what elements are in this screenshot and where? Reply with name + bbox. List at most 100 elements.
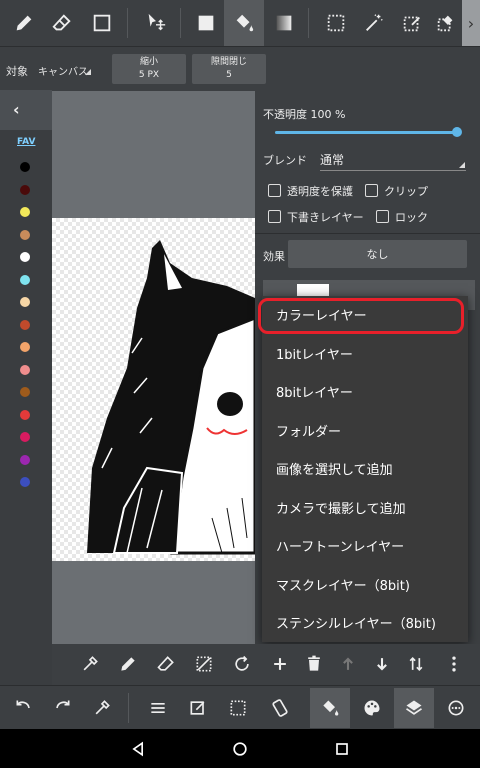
deselect-icon: [196, 656, 212, 672]
color-swatch[interactable]: [20, 274, 30, 285]
edit-square-icon: [190, 701, 205, 715]
edit-button[interactable]: [180, 690, 216, 726]
color-swatch[interactable]: [20, 207, 30, 217]
move-icon: [148, 13, 166, 31]
target-select[interactable]: キャンバス: [38, 63, 88, 78]
color-swatch[interactable]: [20, 454, 30, 465]
gap-close-button[interactable]: 隙間閉じ 5: [192, 54, 266, 84]
back-arrow-icon[interactable]: ‹: [13, 100, 20, 119]
clip-label: クリップ: [384, 185, 428, 198]
pen-icon: [121, 657, 135, 671]
menu-item[interactable]: 画像を選択して追加: [262, 452, 468, 490]
color-swatch[interactable]: [20, 319, 30, 330]
lock-checkbox[interactable]: [376, 210, 389, 223]
shrink-button[interactable]: 縮小 5 PX: [112, 54, 186, 84]
swap-layer-button[interactable]: [398, 646, 434, 682]
menu-item[interactable]: 8bitレイヤー: [262, 375, 468, 413]
color-swatch[interactable]: [20, 364, 30, 375]
hamburger-icon: [151, 703, 165, 713]
move-tool-button[interactable]: [136, 0, 176, 46]
opacity-slider-handle[interactable]: [452, 127, 462, 137]
shrink-value: 5 PX: [138, 70, 160, 80]
color-swatch[interactable]: [20, 162, 30, 172]
gap-close-value: 5: [226, 70, 232, 80]
divider: [308, 8, 309, 38]
palette-header: [0, 90, 52, 130]
undo-icon: [16, 700, 30, 709]
delete-layer-button[interactable]: [296, 646, 332, 682]
menu-item[interactable]: ステンシルレイヤー（8bit): [262, 606, 468, 644]
pen-tool-button[interactable]: [4, 0, 44, 46]
arrow-up-icon: [343, 657, 353, 670]
menu-item[interactable]: マスクレイヤー（8bit): [262, 568, 468, 606]
menu-item[interactable]: ハーフトーンレイヤー: [262, 529, 468, 567]
eyedropper-icon: [95, 700, 110, 715]
color-swatch[interactable]: [20, 477, 30, 487]
move-layer-down-button[interactable]: [364, 646, 400, 682]
selection-button[interactable]: [220, 690, 256, 726]
menu-item[interactable]: フォルダー: [262, 414, 468, 452]
select-eraser-icon: [437, 15, 453, 32]
move-layer-up-button[interactable]: [330, 646, 366, 682]
draft-layer-checkbox[interactable]: [268, 210, 281, 223]
toolbar-scroll-right-button[interactable]: ›: [462, 0, 480, 46]
selection-marquee-icon: [327, 14, 345, 32]
color-swatch[interactable]: [20, 297, 30, 307]
settings-button[interactable]: [438, 690, 474, 726]
redo-button[interactable]: [44, 690, 80, 726]
blend-label: ブレンド: [263, 154, 307, 167]
add-layer-button[interactable]: [262, 646, 298, 682]
eyedropper-button[interactable]: [72, 646, 108, 682]
select-pen-tool-button[interactable]: [392, 0, 432, 46]
fill-mode-button[interactable]: [310, 688, 350, 728]
select-eraser-tool-button[interactable]: [430, 0, 462, 46]
shape-tool-button[interactable]: [82, 0, 122, 46]
filled-square-icon: [198, 15, 214, 31]
square-outline-icon: [93, 14, 111, 32]
blend-select[interactable]: 通常: [320, 151, 344, 168]
deselect-button[interactable]: [186, 646, 222, 682]
select-pen-icon: [403, 16, 420, 32]
bucket-tool-button[interactable]: [224, 0, 264, 46]
rotate-button[interactable]: [224, 646, 260, 682]
menu-item[interactable]: 1bitレイヤー: [262, 337, 468, 375]
layers-button[interactable]: [394, 688, 434, 728]
nav-recents-button[interactable]: [324, 731, 360, 767]
menu-item[interactable]: カメラで撮影して追加: [262, 491, 468, 529]
paint-bucket-icon: [323, 700, 339, 716]
fav-tab[interactable]: FAV: [17, 137, 35, 147]
gradient-tool-button[interactable]: [264, 0, 304, 46]
protect-alpha-checkbox[interactable]: [268, 184, 281, 197]
color-swatch[interactable]: [20, 432, 30, 442]
clip-checkbox[interactable]: [365, 184, 378, 197]
pen-button[interactable]: [110, 646, 146, 682]
layer-more-button[interactable]: [436, 646, 472, 682]
fill-color-button[interactable]: [186, 0, 226, 46]
undo-button[interactable]: [6, 690, 42, 726]
eyedropper-bottom-button[interactable]: [84, 690, 120, 726]
color-swatch[interactable]: [20, 229, 30, 240]
drawing-canvas[interactable]: [52, 218, 255, 561]
eraser-tool-button[interactable]: [42, 0, 82, 46]
color-swatch[interactable]: [20, 409, 30, 420]
back-triangle-icon: [132, 741, 143, 757]
rotate-canvas-button[interactable]: [262, 690, 298, 726]
color-palette-button[interactable]: [354, 690, 390, 726]
rotate-icon: [235, 655, 249, 671]
shrink-label: 縮小: [139, 57, 158, 67]
nav-back-button[interactable]: [120, 731, 156, 767]
opacity-slider[interactable]: [275, 131, 457, 134]
eraser-button[interactable]: [148, 646, 184, 682]
tool-option-bar: 対象 キャンバス 縮小 5 PX 隙間閉じ 5: [0, 46, 480, 91]
home-circle-icon: [233, 742, 247, 756]
select-tool-button[interactable]: [316, 0, 356, 46]
nav-home-button[interactable]: [222, 731, 258, 767]
effect-select[interactable]: なし: [288, 240, 467, 268]
color-swatch[interactable]: [20, 184, 30, 195]
plus-icon: [274, 658, 286, 670]
color-swatch[interactable]: [20, 387, 30, 397]
color-swatch[interactable]: [20, 252, 30, 262]
menu-button[interactable]: [140, 690, 176, 726]
magic-wand-tool-button[interactable]: [354, 0, 394, 46]
color-swatch[interactable]: [20, 342, 30, 352]
